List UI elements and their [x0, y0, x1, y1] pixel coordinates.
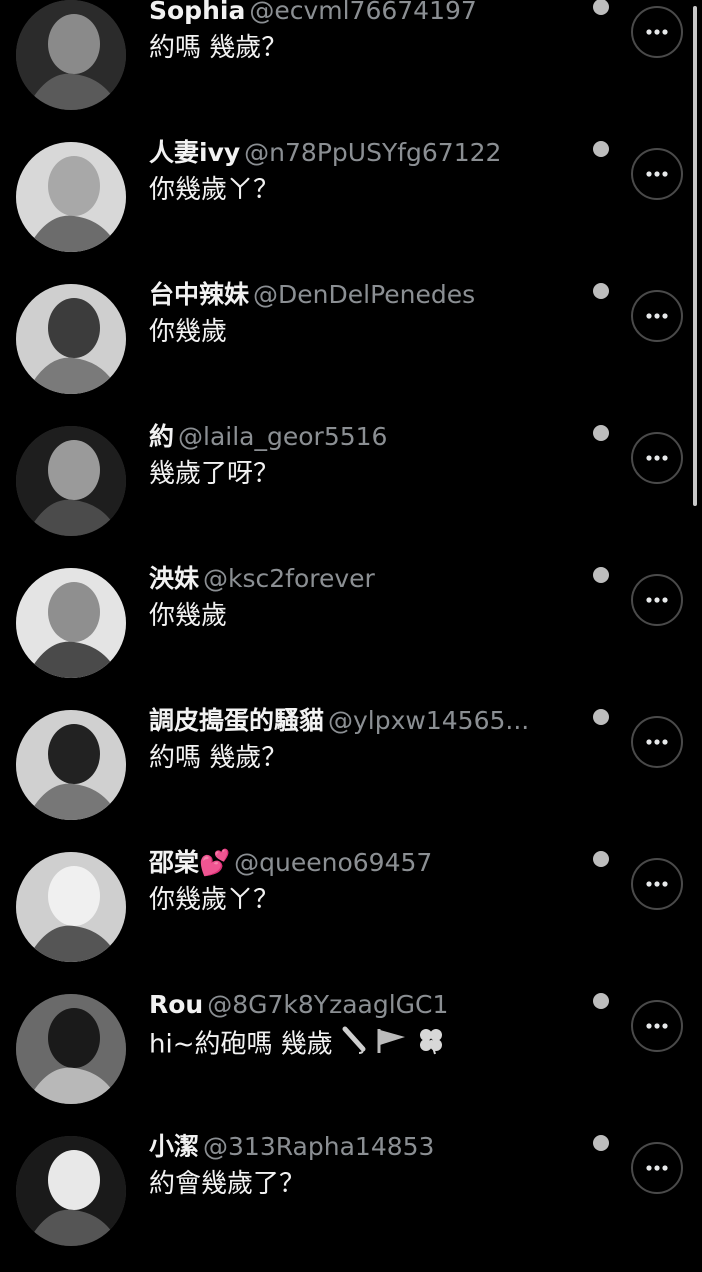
reply-text: 你幾歲: [149, 598, 227, 634]
clover-icon: [415, 1024, 447, 1066]
name-line: 泱妹 @ksc2forever: [149, 562, 574, 596]
name-line: 邵棠💕 @queeno69457: [149, 846, 574, 880]
more-options-button[interactable]: [631, 1142, 683, 1194]
more-icon: [646, 171, 668, 177]
display-name[interactable]: Sophia: [149, 0, 245, 25]
reply-text-content: 你幾歲ㄚ？: [149, 175, 280, 205]
avatar[interactable]: [16, 284, 126, 394]
user-handle[interactable]: @ksc2forever: [203, 564, 375, 593]
more-icon: [646, 597, 668, 603]
dot-icon: [593, 141, 609, 157]
display-name[interactable]: 小潔: [149, 1132, 199, 1161]
user-handle[interactable]: @313Rapha14853: [203, 1132, 434, 1161]
name-line: 小潔 @313Rapha14853: [149, 1130, 574, 1164]
name-line: Sophia @ecvml76674197: [149, 0, 574, 28]
display-name[interactable]: 約: [149, 422, 174, 451]
display-name[interactable]: Rou: [149, 990, 203, 1019]
dot-icon: [593, 567, 609, 583]
reply-item[interactable]: 邵棠💕 @queeno69457 你幾歲ㄚ？: [0, 846, 702, 988]
avatar[interactable]: [16, 142, 126, 252]
user-handle[interactable]: @ylpxw14565...: [328, 706, 529, 735]
name-line: 約 @laila_geor5516: [149, 420, 574, 454]
user-handle[interactable]: @8G7k8YzaaglGC1: [207, 990, 448, 1019]
more-icon: [646, 1165, 668, 1171]
display-name[interactable]: 調皮搗蛋的騷貓: [149, 706, 324, 735]
name-line: Rou @8G7k8YzaaglGC1: [149, 988, 574, 1022]
reply-text: 約嗎 幾歲？: [149, 740, 287, 776]
more-icon: [646, 739, 668, 745]
more-icon: [646, 881, 668, 887]
reply-text: 你幾歲ㄚ？: [149, 172, 279, 208]
reply-item[interactable]: 人妻ivy @n78PpUSYfg67122 你幾歲ㄚ？: [0, 136, 702, 278]
more-options-button[interactable]: [631, 432, 683, 484]
umbrella-icon: [339, 1025, 369, 1065]
display-name[interactable]: 邵棠💕: [149, 848, 230, 877]
dot-icon: [593, 0, 609, 15]
reply-text-content: 你幾歲: [149, 601, 228, 631]
avatar[interactable]: [16, 426, 126, 536]
reply-item[interactable]: 台中辣妹 @DenDelPenedes 你幾歲: [0, 278, 702, 420]
more-options-button[interactable]: [631, 574, 683, 626]
dot-icon: [593, 993, 609, 1009]
more-options-button[interactable]: [631, 6, 683, 58]
avatar[interactable]: [16, 568, 126, 678]
reply-text: hi~約砲嗎 幾歲: [149, 1024, 447, 1060]
reply-item[interactable]: Rou @8G7k8YzaaglGC1 hi~約砲嗎 幾歲: [0, 988, 702, 1130]
flag-icon: [375, 1025, 409, 1065]
user-handle[interactable]: @queeno69457: [234, 848, 432, 877]
reply-item[interactable]: 調皮搗蛋的騷貓 @ylpxw14565... 約嗎 幾歲？: [0, 704, 702, 846]
more-options-button[interactable]: [631, 716, 683, 768]
reply-text: 你幾歲: [149, 314, 227, 350]
display-name[interactable]: 台中辣妹: [149, 280, 249, 309]
reply-text-content: 你幾歲ㄚ？: [149, 885, 280, 915]
reply-item[interactable]: 小潔 @313Rapha14853 約會幾歲了？: [0, 1130, 702, 1272]
reply-text: 約會幾歲了？: [149, 1166, 305, 1202]
avatar[interactable]: [16, 994, 126, 1104]
reply-text-content: 約會幾歲了？: [149, 1169, 306, 1199]
more-icon: [646, 29, 668, 35]
name-line: 台中辣妹 @DenDelPenedes: [149, 278, 574, 312]
reply-text: 你幾歲ㄚ？: [149, 882, 279, 918]
more-options-button[interactable]: [631, 858, 683, 910]
reply-text-content: 約嗎 幾歲？: [149, 33, 288, 63]
reply-text-content: 約嗎 幾歲？: [149, 743, 288, 773]
dot-icon: [593, 283, 609, 299]
more-icon: [646, 1023, 668, 1029]
reply-text: 約嗎 幾歲？: [149, 30, 287, 66]
more-icon: [646, 455, 668, 461]
dot-icon: [593, 851, 609, 867]
user-handle[interactable]: @n78PpUSYfg67122: [244, 138, 501, 167]
scrollbar[interactable]: [693, 6, 697, 506]
avatar[interactable]: [16, 1136, 126, 1246]
user-handle[interactable]: @DenDelPenedes: [253, 280, 475, 309]
reply-item[interactable]: Sophia @ecvml76674197 約嗎 幾歲？: [0, 0, 702, 136]
dot-icon: [593, 709, 609, 725]
display-name[interactable]: 人妻ivy: [149, 138, 240, 167]
more-options-button[interactable]: [631, 290, 683, 342]
more-options-button[interactable]: [631, 148, 683, 200]
reply-item[interactable]: 約 @laila_geor5516 幾歲了呀？: [0, 420, 702, 562]
user-handle[interactable]: @ecvml76674197: [249, 0, 476, 25]
user-handle[interactable]: @laila_geor5516: [178, 422, 387, 451]
avatar[interactable]: [16, 710, 126, 820]
name-line: 人妻ivy @n78PpUSYfg67122: [149, 136, 574, 170]
reply-text-content: 幾歲了呀？: [149, 459, 280, 489]
reply-item[interactable]: 泱妹 @ksc2forever 你幾歲: [0, 562, 702, 704]
more-icon: [646, 313, 668, 319]
display-name[interactable]: 泱妹: [149, 564, 199, 593]
reply-text: 幾歲了呀？: [149, 456, 279, 492]
avatar[interactable]: [16, 852, 126, 962]
dot-icon: [593, 425, 609, 441]
reply-text-content: 你幾歲: [149, 317, 228, 347]
avatar[interactable]: [16, 0, 126, 110]
dot-icon: [593, 1135, 609, 1151]
reply-text-content: hi~約砲嗎 幾歲: [149, 1029, 333, 1060]
more-options-button[interactable]: [631, 1000, 683, 1052]
name-line: 調皮搗蛋的騷貓 @ylpxw14565...: [149, 704, 574, 738]
